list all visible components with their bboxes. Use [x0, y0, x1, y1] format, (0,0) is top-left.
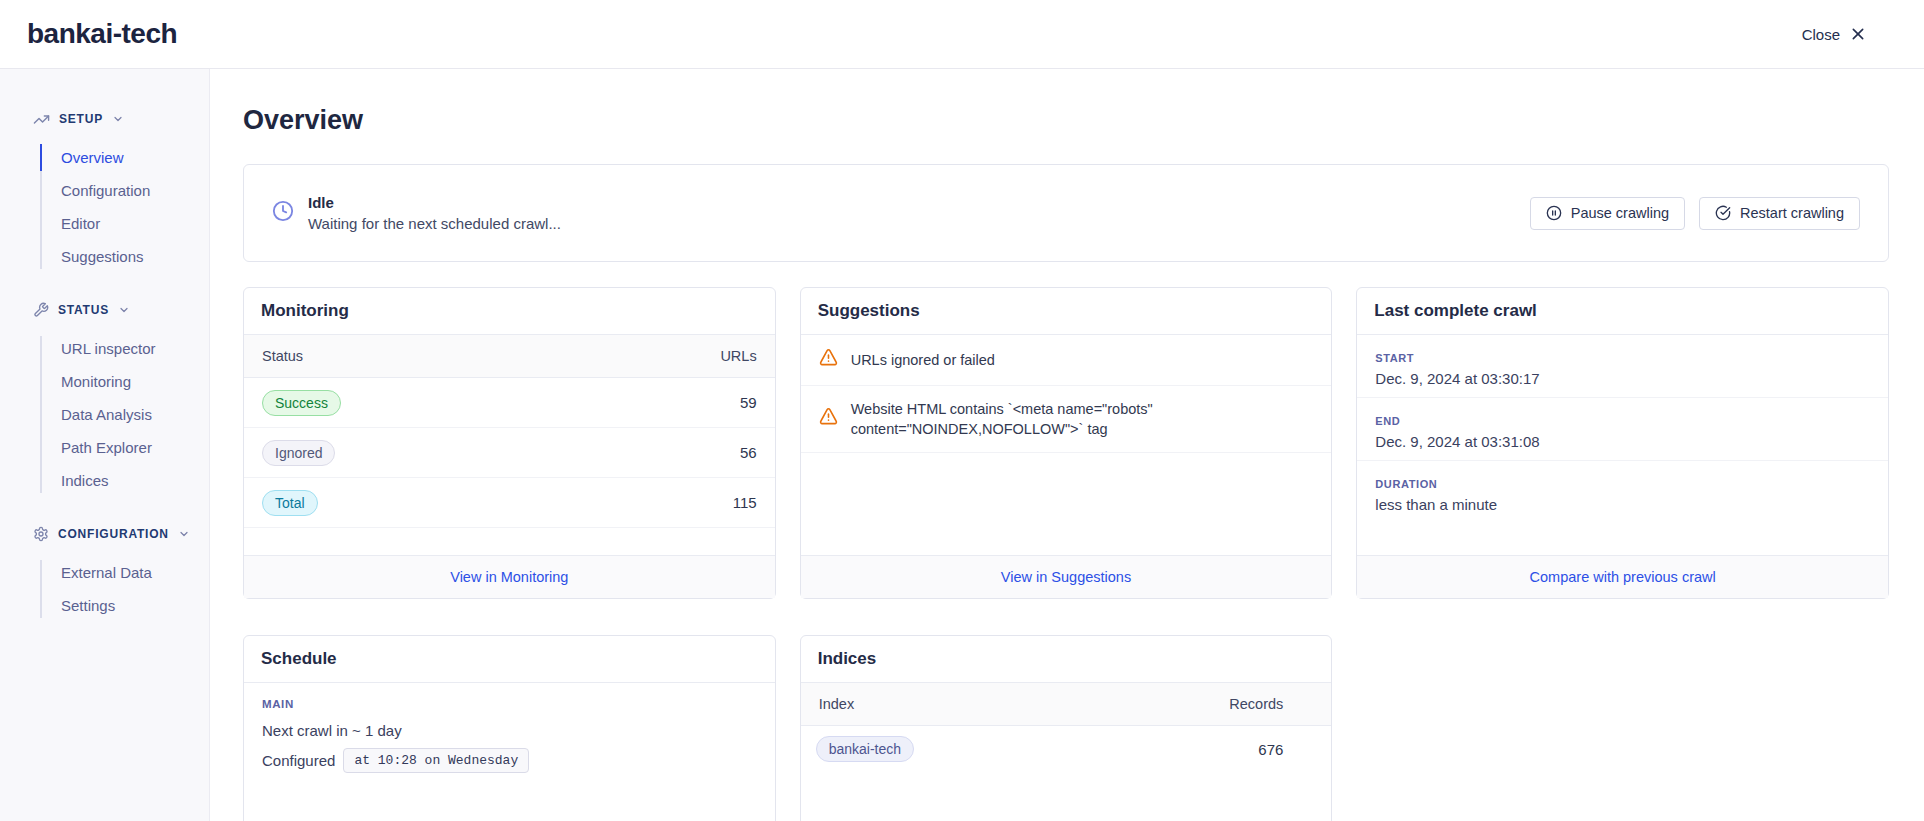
schedule-group-label: MAIN — [262, 698, 757, 710]
table-row: bankai-tech 676 — [801, 726, 1332, 772]
sidebar: SETUP Overview Configuration Editor Sugg… — [0, 69, 210, 821]
monitoring-table-header: Status URLs — [244, 335, 775, 378]
indices-card-title: Indices — [801, 636, 1332, 683]
trending-up-icon — [33, 111, 50, 128]
wrench-icon — [33, 302, 49, 318]
sidebar-item-monitoring[interactable]: Monitoring — [40, 365, 209, 398]
suggestion-item: Website HTML contains `<meta name="robot… — [801, 386, 1332, 453]
status-badge-success: Success — [262, 390, 341, 416]
nav-section-label: CONFIGURATION — [58, 527, 169, 541]
sidebar-item-overview[interactable]: Overview — [40, 141, 209, 174]
sidebar-item-path-explorer[interactable]: Path Explorer — [40, 431, 209, 464]
configured-label: Configured — [262, 752, 335, 769]
table-row: Success 59 — [244, 378, 775, 428]
nav-section-status-header[interactable]: STATUS — [33, 300, 209, 320]
sidebar-item-external-data[interactable]: External Data — [40, 556, 209, 589]
status-badge-ignored: Ignored — [262, 440, 335, 466]
restart-check-icon — [1715, 205, 1731, 221]
clock-icon — [272, 200, 294, 226]
crawl-duration-row: DURATION less than a minute — [1357, 461, 1888, 523]
indices-card: Indices Index Records bankai-tech 676 — [800, 635, 1333, 821]
warning-icon — [819, 348, 838, 372]
main-content: Overview Idle Waiting for the next sched… — [210, 69, 1924, 821]
sidebar-item-data-analysis[interactable]: Data Analysis — [40, 398, 209, 431]
view-in-monitoring-link[interactable]: View in Monitoring — [450, 569, 568, 585]
app-logo: bankai-tech — [27, 18, 177, 50]
last-crawl-card-footer: Compare with previous crawl — [1357, 555, 1888, 598]
warning-icon — [819, 407, 838, 431]
crawl-start-row: START Dec. 9, 2024 at 03:30:17 — [1357, 335, 1888, 398]
suggestions-card-title: Suggestions — [801, 288, 1332, 335]
schedule-card: Schedule MAIN Next crawl in ~ 1 day Conf… — [243, 635, 776, 821]
restart-crawling-button[interactable]: Restart crawling — [1699, 197, 1860, 230]
nav-section-setup: SETUP Overview Configuration Editor Sugg… — [33, 109, 209, 273]
table-row: Total 115 — [244, 478, 775, 528]
suggestions-card: Suggestions URLs ignored or failed Websi… — [800, 287, 1333, 599]
nav-section-configuration: CONFIGURATION External Data Settings — [33, 524, 209, 622]
monitoring-card-title: Monitoring — [244, 288, 775, 335]
records-count: 676 — [1258, 741, 1283, 758]
indices-table-header: Index Records — [801, 683, 1332, 726]
gear-icon — [33, 526, 49, 542]
close-icon — [1850, 26, 1866, 42]
crawler-state: Idle — [308, 194, 561, 211]
sidebar-item-url-inspector[interactable]: URL inspector — [40, 332, 209, 365]
next-crawl-text: Next crawl in ~ 1 day — [262, 722, 757, 739]
last-crawl-card: Last complete crawl START Dec. 9, 2024 a… — [1356, 287, 1889, 599]
close-button[interactable]: Close — [1802, 26, 1866, 43]
app-header: bankai-tech Close — [0, 0, 1924, 69]
configured-schedule-chip: at 10:28 on Wednesday — [343, 748, 529, 773]
pause-circle-icon — [1546, 205, 1562, 221]
view-in-suggestions-link[interactable]: View in Suggestions — [1001, 569, 1131, 585]
suggestion-item: URLs ignored or failed — [801, 335, 1332, 386]
suggestions-card-footer: View in Suggestions — [801, 555, 1332, 598]
monitoring-card-footer: View in Monitoring — [244, 555, 775, 598]
nav-section-status: STATUS URL inspector Monitoring Data Ana… — [33, 300, 209, 497]
sidebar-item-configuration[interactable]: Configuration — [40, 174, 209, 207]
compare-previous-crawl-link[interactable]: Compare with previous crawl — [1530, 569, 1716, 585]
sidebar-item-editor[interactable]: Editor — [40, 207, 209, 240]
nav-section-configuration-header[interactable]: CONFIGURATION — [33, 524, 209, 544]
schedule-card-title: Schedule — [244, 636, 775, 683]
table-row: Ignored 56 — [244, 428, 775, 478]
close-label: Close — [1802, 26, 1840, 43]
last-crawl-card-title: Last complete crawl — [1357, 288, 1888, 335]
crawler-state-description: Waiting for the next scheduled crawl... — [308, 215, 561, 232]
page-title: Overview — [243, 105, 1889, 136]
url-count: 115 — [733, 494, 757, 511]
url-count: 56 — [740, 444, 757, 461]
sidebar-item-suggestions[interactable]: Suggestions — [40, 240, 209, 273]
status-badge-total: Total — [262, 490, 318, 516]
chevron-down-icon — [118, 304, 130, 316]
sidebar-item-settings[interactable]: Settings — [40, 589, 209, 622]
nav-section-label: SETUP — [59, 112, 103, 126]
index-name-badge: bankai-tech — [816, 736, 914, 762]
url-count: 59 — [740, 394, 757, 411]
crawl-end-row: END Dec. 9, 2024 at 03:31:08 — [1357, 398, 1888, 461]
nav-section-setup-header[interactable]: SETUP — [33, 109, 209, 129]
nav-section-label: STATUS — [58, 303, 109, 317]
pause-crawling-button[interactable]: Pause crawling — [1530, 197, 1685, 230]
chevron-down-icon — [178, 528, 190, 540]
sidebar-item-indices[interactable]: Indices — [40, 464, 209, 497]
crawler-status-banner: Idle Waiting for the next scheduled craw… — [243, 164, 1889, 262]
chevron-down-icon — [112, 113, 124, 125]
monitoring-card: Monitoring Status URLs Success 59 Ignore… — [243, 287, 776, 599]
